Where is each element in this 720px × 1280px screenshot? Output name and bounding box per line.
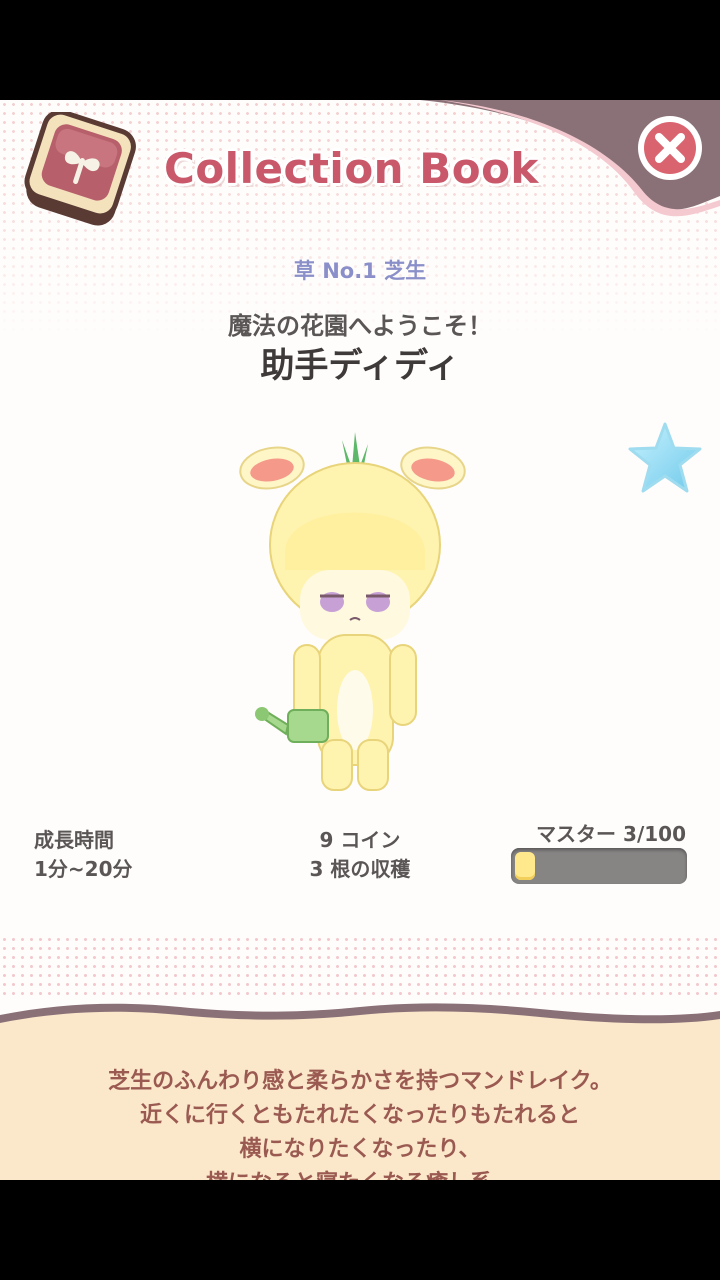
entry-greeting: 魔法の花園へようこそ！ bbox=[228, 312, 492, 340]
close-button[interactable] bbox=[631, 110, 709, 188]
coin-reward: 9 コイン bbox=[319, 828, 401, 852]
growth-time-label: 成長時間 bbox=[34, 828, 114, 852]
collection-book-panel: Collection Book 草 No.1 芝生 魔法の花園へようこそ！ 助手… bbox=[0, 100, 720, 1180]
mastery-progress-bar bbox=[511, 848, 687, 884]
entry-name: 助手ディディ bbox=[260, 346, 460, 386]
description-area: 芝生のふんわり感と柔らかさを持つマンドレイク。 近くに行くともたれたくなったりも… bbox=[0, 935, 720, 1180]
star-icon[interactable] bbox=[626, 420, 704, 498]
mandrake-character-image bbox=[239, 432, 466, 791]
description-line: 芝生のふんわり感と柔らかさを持つマンドレイク。 bbox=[108, 1069, 612, 1094]
growth-time-value: 1分~20分 bbox=[34, 857, 133, 881]
reward-stat: 9 コイン 3 根の収穫 bbox=[260, 826, 460, 884]
mastery-progress-fill bbox=[515, 852, 535, 880]
harvest-count: 3 根の収穫 bbox=[309, 857, 411, 881]
description-text: 芝生のふんわり感と柔らかさを持つマンドレイク。 近くに行くともたれたくなったりも… bbox=[0, 1065, 720, 1180]
page-title: Collection Book bbox=[164, 144, 539, 193]
entry-category: 草 No.1 芝生 bbox=[293, 259, 427, 283]
description-line: 横になると寝たくなる癒し系。 bbox=[0, 1167, 720, 1180]
growth-time-stat: 成長時間 1分~20分 bbox=[34, 826, 133, 884]
mastery-label: マスター 3/100 bbox=[536, 822, 686, 846]
description-line: 近くに行くともたれたくなったりもたれると bbox=[139, 1103, 580, 1128]
collection-book-icon bbox=[24, 112, 136, 226]
description-line: 横になりたくなったり、 bbox=[239, 1137, 481, 1162]
